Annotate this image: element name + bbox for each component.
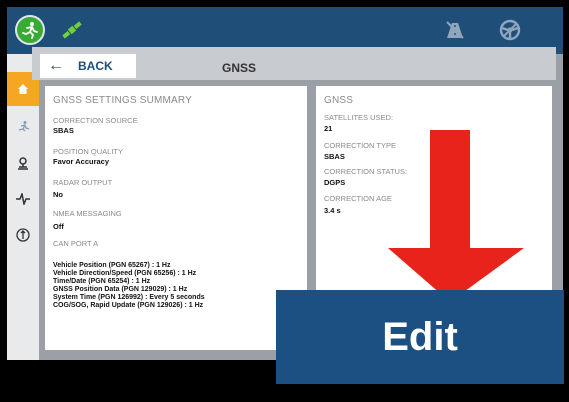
steering-icon	[16, 228, 30, 242]
correction-age-value: 3.4 s	[324, 206, 341, 215]
no-guidance-icon[interactable]	[444, 19, 466, 41]
satellites-used-label: SATELLITES USED:	[324, 113, 394, 122]
page-title: GNSS	[222, 61, 257, 75]
signal-icon	[16, 193, 30, 205]
correction-status-value: DGPS	[324, 178, 346, 187]
can-message-line: System Time (PGN 126992) : Every 5 secon…	[53, 294, 205, 301]
radar-output-value: No	[53, 190, 63, 199]
back-arrow-icon: ←	[48, 57, 64, 74]
can-message-line: Time/Date (PGN 65254) : 1 Hz	[53, 278, 151, 285]
can-message-line: Vehicle Direction/Speed (PGN 65256) : 1 …	[53, 270, 197, 277]
correction-type-label: CORRECTION TYPE	[324, 141, 396, 150]
correction-source-label: CORRECTION SOURCE	[53, 116, 138, 125]
sidebar-item-receiver[interactable]	[7, 146, 39, 180]
satellite-icon[interactable]	[60, 18, 84, 42]
position-quality-label: POSITION QUALITY	[53, 147, 124, 156]
steering-wheel-icon[interactable]	[498, 18, 522, 42]
gnss-panel-title: GNSS	[324, 95, 354, 106]
correction-age-label: CORRECTION AGE	[324, 194, 392, 203]
back-label: BACK	[78, 59, 113, 73]
satellites-used-value: 21	[324, 124, 333, 133]
receiver-icon	[18, 157, 28, 170]
nmea-messaging-value: Off	[53, 222, 64, 231]
can-message-line: Vehicle Position (PGN 65267) : 1 Hz	[53, 262, 171, 269]
run-icon[interactable]	[15, 15, 45, 45]
can-message-line: GNSS Position Data (PGN 129029) : 1 Hz	[53, 286, 188, 293]
summary-title: GNSS SETTINGS SUMMARY	[53, 95, 193, 106]
down-arrow-icon	[388, 130, 524, 302]
back-button[interactable]: ← BACK	[40, 54, 136, 78]
sidebar-item-steering[interactable]	[7, 218, 39, 252]
guidance-icon	[18, 121, 30, 132]
can-message-line: COG/SOG, Rapid Update (PGN 129026) : 1 H…	[53, 302, 204, 309]
radar-output-label: RADAR OUTPUT	[53, 178, 113, 187]
sidebar	[7, 54, 39, 360]
sidebar-item-signal[interactable]	[7, 182, 39, 216]
home-icon	[18, 84, 28, 94]
correction-type-value: SBAS	[324, 152, 345, 161]
nmea-messaging-label: NMEA MESSAGING	[53, 209, 122, 218]
gnss-settings-summary-panel: GNSS SETTINGS SUMMARY CORRECTION SOURCE …	[45, 86, 307, 350]
correction-source-value: SBAS	[53, 126, 74, 135]
can-port-label: CAN PORT A	[53, 239, 99, 248]
edit-callout-label: Edit	[382, 314, 458, 359]
sidebar-item-guidance[interactable]	[7, 110, 39, 144]
device-frame: ← BACK GNSS GNSS SETTINGS SUMMARY CORREC…	[0, 0, 569, 384]
position-quality-value: Favor Accuracy	[53, 157, 110, 166]
